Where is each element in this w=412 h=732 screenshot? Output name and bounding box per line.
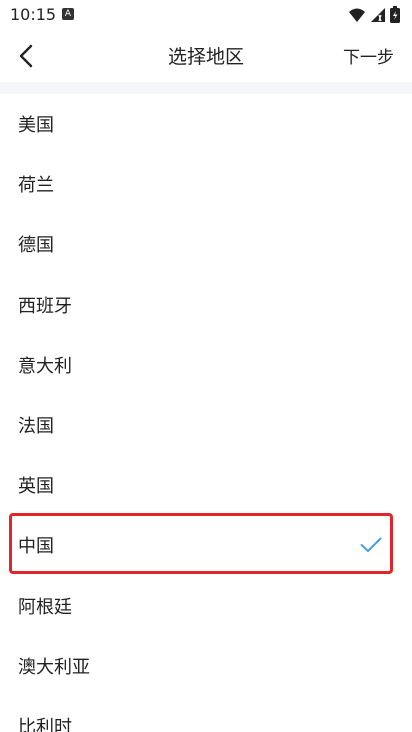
section-divider bbox=[0, 82, 412, 94]
region-item-australia[interactable]: 澳大利亚 bbox=[0, 636, 412, 696]
region-item-usa[interactable]: 美国 bbox=[0, 94, 412, 154]
cellular-signal-icon bbox=[371, 7, 385, 22]
status-bar: 10:15 A bbox=[0, 0, 412, 30]
checkmark-icon bbox=[360, 537, 382, 553]
region-label: 意大利 bbox=[18, 355, 72, 377]
next-step-button[interactable]: 下一步 bbox=[343, 43, 394, 68]
region-label: 美国 bbox=[18, 115, 54, 137]
region-item-belgium[interactable]: 比利时 bbox=[0, 696, 412, 732]
region-label: 比利时 bbox=[18, 716, 72, 732]
region-item-italy[interactable]: 意大利 bbox=[0, 335, 412, 395]
region-label: 中国 bbox=[18, 536, 54, 558]
region-list: 美国 荷兰 德国 西班牙 意大利 法国 英国 中国 阿根廷 澳大利亚 比利时 bbox=[0, 94, 412, 732]
region-label: 阿根廷 bbox=[18, 596, 72, 618]
battery-icon bbox=[390, 6, 400, 23]
status-indicators bbox=[348, 6, 400, 23]
region-item-china[interactable]: 中国 bbox=[0, 515, 412, 575]
wifi-icon bbox=[349, 8, 365, 22]
region-item-germany[interactable]: 德国 bbox=[0, 214, 412, 274]
region-label: 英国 bbox=[18, 476, 54, 498]
navigation-bar: 选择地区 下一步 bbox=[0, 30, 412, 82]
notification-icon: A bbox=[62, 8, 74, 20]
region-label: 西班牙 bbox=[18, 295, 72, 317]
status-time: 10:15 bbox=[10, 5, 57, 24]
region-item-argentina[interactable]: 阿根廷 bbox=[0, 576, 412, 636]
region-item-france[interactable]: 法国 bbox=[0, 395, 412, 455]
region-label: 德国 bbox=[18, 235, 54, 257]
region-item-netherlands[interactable]: 荷兰 bbox=[0, 154, 412, 214]
region-label: 法国 bbox=[18, 416, 54, 438]
region-item-spain[interactable]: 西班牙 bbox=[0, 275, 412, 335]
region-label: 澳大利亚 bbox=[18, 656, 90, 678]
region-item-uk[interactable]: 英国 bbox=[0, 455, 412, 515]
region-label: 荷兰 bbox=[18, 175, 54, 197]
